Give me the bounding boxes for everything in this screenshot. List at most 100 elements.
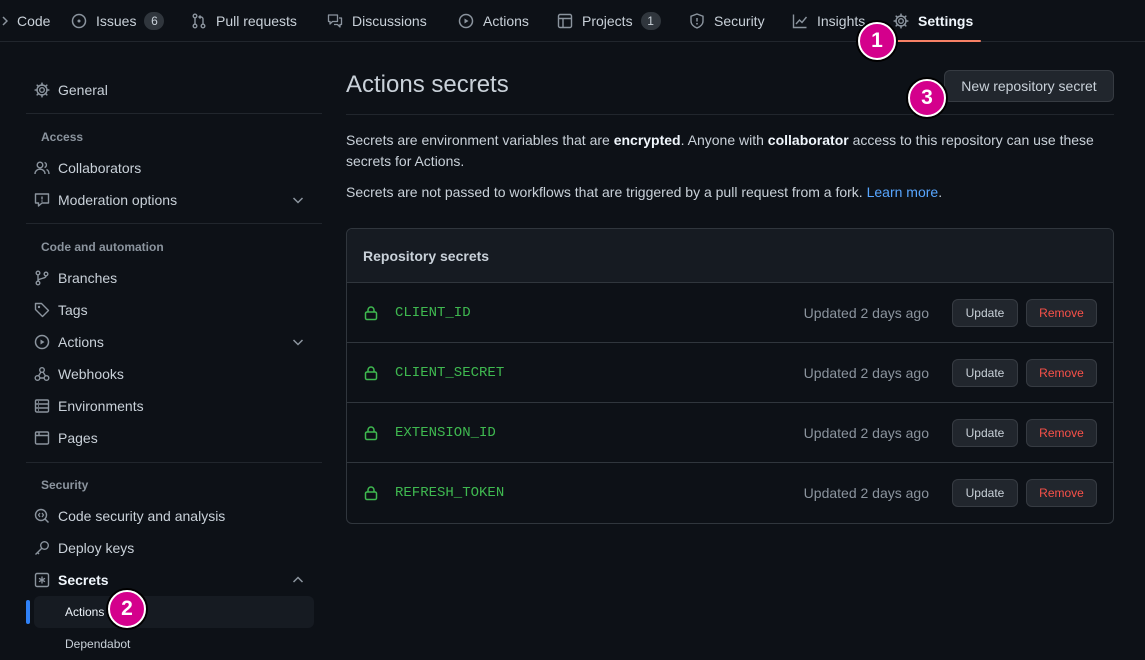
sidebar-divider — [26, 462, 322, 463]
sidebar-item-branches[interactable]: Branches — [34, 262, 314, 294]
secret-row: CLIENT_SECRET Updated 2 days ago Update … — [347, 343, 1113, 403]
sidebar-item-secrets[interactable]: Secrets — [34, 564, 314, 596]
tab-pull-requests[interactable]: Pull requests — [191, 0, 297, 42]
server-icon — [34, 398, 50, 414]
repo-nav: Code Issues 6 Pull requests Discussions … — [0, 0, 1145, 42]
sidebar-item-pages[interactable]: Pages — [34, 422, 314, 454]
tag-icon — [34, 302, 50, 318]
play-icon — [34, 334, 50, 350]
tab-projects[interactable]: Projects 1 — [557, 0, 661, 42]
secret-updated: Updated 2 days ago — [803, 485, 929, 501]
tab-settings-label: Settings — [918, 13, 974, 29]
secret-updated: Updated 2 days ago — [803, 305, 929, 321]
desc-text: Secrets are environment variables that a… — [346, 132, 614, 148]
update-secret-button[interactable]: Update — [952, 359, 1018, 387]
sidebar-item-deploy-keys-label: Deploy keys — [58, 540, 135, 556]
graph-icon — [792, 13, 808, 29]
key-asterisk-icon — [34, 572, 50, 588]
description-fork: Secrets are not passed to workflows that… — [346, 182, 1114, 203]
report-icon — [34, 192, 50, 208]
projects-count: 1 — [640, 12, 661, 30]
sidebar-item-environments[interactable]: Environments — [34, 390, 314, 422]
chevron-down-icon[interactable] — [290, 334, 306, 350]
remove-secret-button[interactable]: Remove — [1026, 299, 1097, 327]
sidebar-item-branches-label: Branches — [58, 270, 118, 286]
sidebar-heading-access: Access — [41, 130, 84, 144]
tab-settings[interactable]: Settings — [884, 0, 982, 42]
desc-text: . Anyone with — [680, 132, 768, 148]
git-pull-request-icon — [191, 13, 207, 29]
sidebar-item-tags-label: Tags — [58, 302, 88, 318]
codescan-icon — [34, 508, 50, 524]
remove-secret-button[interactable]: Remove — [1026, 359, 1097, 387]
tab-insights[interactable]: Insights — [792, 0, 865, 42]
remove-secret-button[interactable]: Remove — [1026, 419, 1097, 447]
desc-encrypted: encrypted — [613, 132, 681, 148]
secret-name: CLIENT_ID — [395, 305, 471, 321]
issue-opened-icon — [71, 13, 87, 29]
sidebar-subitem-actions[interactable]: Actions — [34, 596, 314, 628]
tab-pull-requests-label: Pull requests — [216, 13, 297, 29]
secret-row: EXTENSION_ID Updated 2 days ago Update R… — [347, 403, 1113, 463]
comment-discussion-icon — [327, 13, 343, 29]
sidebar-item-moderation-options[interactable]: Moderation options — [34, 184, 314, 216]
chevron-down-icon[interactable] — [290, 192, 306, 208]
sidebar-divider — [26, 223, 322, 224]
annotation-marker-3: 3 — [908, 79, 946, 117]
sidebar-item-webhooks-label: Webhooks — [58, 366, 124, 382]
sidebar-item-code-security-label: Code security and analysis — [58, 508, 226, 524]
gear-icon — [893, 13, 909, 29]
play-icon — [458, 13, 474, 29]
tab-actions[interactable]: Actions — [458, 0, 529, 42]
description-encryption: Secrets are environment variables that a… — [346, 130, 1114, 172]
sidebar-item-collaborators[interactable]: Collaborators — [34, 152, 314, 184]
sidebar-item-deploy-keys[interactable]: Deploy keys — [34, 532, 314, 564]
remove-secret-button[interactable]: Remove — [1026, 479, 1097, 507]
tab-security[interactable]: Security — [689, 0, 765, 42]
tab-actions-label: Actions — [483, 13, 529, 29]
sidebar-item-moderation-label: Moderation options — [58, 192, 178, 208]
secret-name: EXTENSION_ID — [395, 425, 496, 441]
desc-text: . — [938, 184, 943, 200]
repository-secrets-header: Repository secrets — [347, 229, 1113, 283]
repository-secrets-box: Repository secrets CLIENT_ID Updated 2 d… — [346, 228, 1114, 524]
annotation-marker-1: 1 — [858, 22, 896, 60]
lock-icon — [363, 425, 379, 441]
update-secret-button[interactable]: Update — [952, 299, 1018, 327]
shield-icon — [689, 13, 705, 29]
secret-name: CLIENT_SECRET — [395, 365, 505, 381]
sidebar-item-secrets-label: Secrets — [58, 572, 109, 588]
title-divider — [346, 114, 1114, 115]
sidebar-item-general[interactable]: General — [34, 74, 314, 106]
sidebar-subitem-dependabot[interactable]: Dependabot — [34, 628, 314, 660]
code-icon — [0, 13, 8, 29]
sidebar-item-actions[interactable]: Actions — [34, 326, 314, 358]
secret-updated: Updated 2 days ago — [803, 365, 929, 381]
sidebar-item-webhooks[interactable]: Webhooks — [34, 358, 314, 390]
git-branch-icon — [34, 270, 50, 286]
tab-code-label: Code — [17, 13, 51, 29]
update-secret-button[interactable]: Update — [952, 419, 1018, 447]
lock-icon — [363, 485, 379, 501]
tab-discussions[interactable]: Discussions — [327, 0, 427, 42]
update-secret-button[interactable]: Update — [952, 479, 1018, 507]
sidebar-item-collaborators-label: Collaborators — [58, 160, 142, 176]
sidebar-item-general-label: General — [58, 82, 108, 98]
tab-security-label: Security — [714, 13, 765, 29]
sidebar-heading-security: Security — [41, 478, 89, 492]
secret-updated: Updated 2 days ago — [803, 425, 929, 441]
table-icon — [557, 13, 573, 29]
lock-icon — [363, 365, 379, 381]
gear-icon — [34, 82, 50, 98]
sidebar-item-code-security[interactable]: Code security and analysis — [34, 500, 314, 532]
learn-more-link[interactable]: Learn more — [867, 184, 939, 200]
sidebar-divider — [26, 113, 322, 114]
chevron-up-icon[interactable] — [290, 572, 306, 588]
secret-name: REFRESH_TOKEN — [395, 485, 505, 501]
tab-code[interactable]: Code — [0, 0, 50, 42]
tab-insights-label: Insights — [817, 13, 866, 29]
new-repository-secret-button[interactable]: New repository secret — [944, 70, 1114, 102]
sidebar-item-tags[interactable]: Tags — [34, 294, 314, 326]
tab-issues[interactable]: Issues 6 — [71, 0, 165, 42]
secret-row: REFRESH_TOKEN Updated 2 days ago Update … — [347, 463, 1113, 523]
